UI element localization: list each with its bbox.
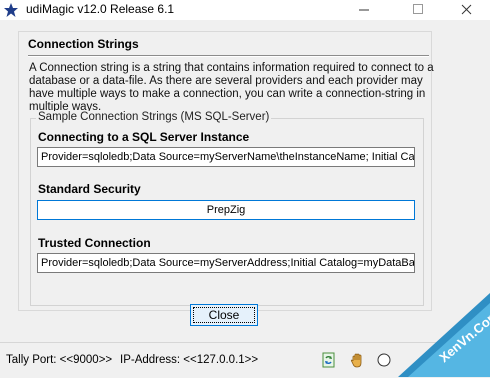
ip-address-status: IP-Address: <<127.0.0.1>> bbox=[120, 354, 259, 366]
window-title: udiMagic v12.0 Release 6.1 bbox=[26, 2, 175, 16]
standard-security-field[interactable]: PrepZig bbox=[37, 200, 415, 220]
hand-icon[interactable] bbox=[349, 352, 365, 368]
app-logo-icon bbox=[4, 3, 18, 17]
refresh-icon[interactable] bbox=[321, 352, 337, 368]
trusted-connection-field[interactable]: Provider=sqloledb;Data Source=myServerAd… bbox=[37, 253, 415, 273]
trusted-connection-label: Trusted Connection bbox=[38, 236, 151, 250]
close-button[interactable]: Close bbox=[190, 304, 258, 326]
description-text: A Connection string is a string that con… bbox=[29, 62, 434, 113]
minimize-icon[interactable] bbox=[341, 0, 387, 20]
watermark-logo: XenVn.Com bbox=[398, 293, 490, 377]
close-window-icon[interactable] bbox=[444, 0, 490, 20]
group-title: Sample Connection Strings (MS SQL-Server… bbox=[36, 111, 272, 123]
title-bar: udiMagic v12.0 Release 6.1 bbox=[0, 0, 490, 20]
sql-instance-field[interactable]: Provider=sqloledb;Data Source=myServerNa… bbox=[37, 147, 415, 167]
heading-divider bbox=[28, 55, 429, 57]
standard-security-label: Standard Security bbox=[38, 182, 141, 196]
tally-port-status: Tally Port: <<9000>> bbox=[6, 354, 113, 366]
radio-icon[interactable] bbox=[376, 352, 392, 368]
sql-instance-label: Connecting to a SQL Server Instance bbox=[38, 130, 250, 144]
maximize-icon[interactable] bbox=[395, 0, 441, 20]
dialog-heading: Connection Strings bbox=[28, 37, 139, 51]
